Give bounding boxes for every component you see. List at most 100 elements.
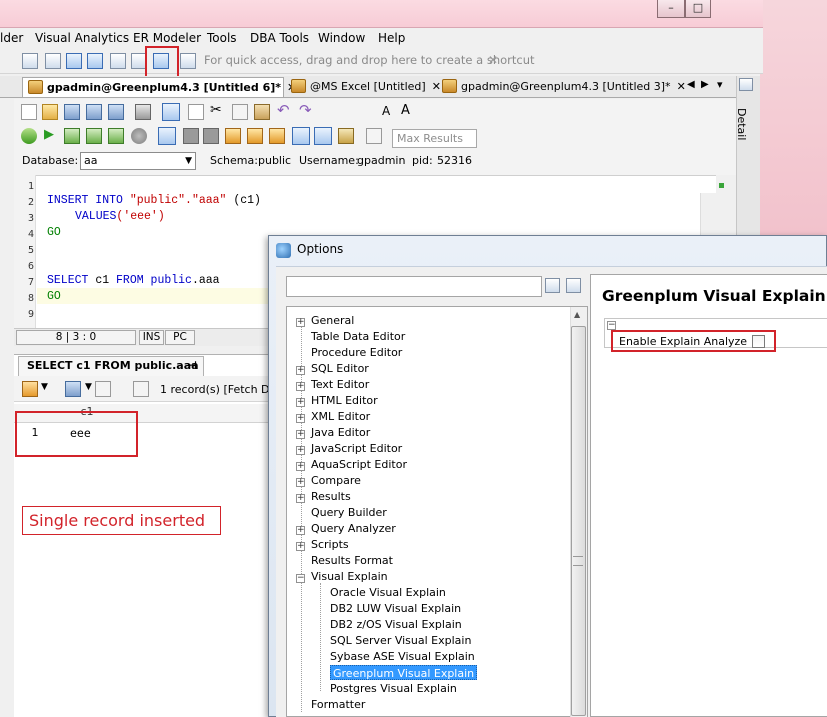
tab-scroll-left-icon[interactable]: ◀ xyxy=(687,79,695,90)
tab-list-icon[interactable]: ▾ xyxy=(717,78,723,91)
tree-item-visual-explain[interactable]: Visual Explain xyxy=(311,570,388,583)
expand-all-icon[interactable] xyxy=(545,278,560,293)
cut-icon[interactable]: ✂ xyxy=(210,102,222,118)
tree-expander[interactable]: + xyxy=(296,414,305,423)
execute-current-icon[interactable] xyxy=(64,128,80,144)
tree-item-sybase-ase-visual-explain[interactable]: Sybase ASE Visual Explain xyxy=(330,650,475,663)
export-icon[interactable] xyxy=(65,381,81,397)
copy-doc-icon[interactable] xyxy=(232,104,248,120)
open-folder-icon[interactable] xyxy=(42,104,58,120)
tree-item-greenplum-visual-explain[interactable]: Greenplum Visual Explain xyxy=(330,665,478,680)
close-icon[interactable]: ✕ xyxy=(488,53,498,67)
redo-icon[interactable]: ↷ xyxy=(299,101,312,119)
execute-all-icon[interactable] xyxy=(21,128,37,144)
menu-visual-analytics[interactable]: Visual Analytics xyxy=(35,31,129,45)
tree-item-formatter[interactable]: Formatter xyxy=(311,698,365,711)
layout-active-icon[interactable] xyxy=(66,53,82,69)
history-icon[interactable] xyxy=(366,128,382,144)
new-file-icon[interactable] xyxy=(21,104,37,120)
auto-commit-icon[interactable] xyxy=(158,127,176,145)
results-info-icon[interactable] xyxy=(133,381,149,397)
database-select[interactable]: aa ▼ xyxy=(80,152,196,170)
maximize-button[interactable]: □ xyxy=(685,0,711,18)
options-search-input[interactable] xyxy=(286,276,542,297)
tree-item-java-editor[interactable]: Java Editor xyxy=(311,426,370,439)
tree-expander[interactable]: − xyxy=(296,574,305,583)
tree-expander[interactable]: + xyxy=(296,446,305,455)
execute-selection-icon[interactable] xyxy=(86,128,102,144)
undo-icon[interactable]: ↶ xyxy=(277,101,290,119)
tree-item-postgres-visual-explain[interactable]: Postgres Visual Explain xyxy=(330,682,457,695)
tree-expander[interactable]: + xyxy=(296,526,305,535)
pin-icon[interactable]: ⊣ xyxy=(187,357,197,375)
tab-scroll-right-icon[interactable]: ▶ xyxy=(701,79,709,90)
commit-icon[interactable] xyxy=(183,128,199,144)
tree-item-scripts[interactable]: Scripts xyxy=(311,538,349,551)
explain-icon[interactable] xyxy=(338,128,354,144)
tree-item-results-format[interactable]: Results Format xyxy=(311,554,393,567)
tree-item-general[interactable]: General xyxy=(311,314,354,327)
results-text-icon[interactable] xyxy=(314,127,332,145)
close-icon[interactable]: ✕ xyxy=(677,80,686,93)
chevron-down-icon[interactable]: ▼ xyxy=(85,382,92,392)
minimize-button[interactable]: – xyxy=(657,0,685,18)
group-collapse-icon[interactable]: − xyxy=(607,321,616,330)
menu-er-modeler[interactable]: ER Modeler xyxy=(133,31,201,45)
scroll-up-icon[interactable]: ▲ xyxy=(574,310,580,319)
menu-builder[interactable]: lder xyxy=(0,31,23,45)
max-results-input[interactable]: Max Results xyxy=(392,129,477,148)
copy-icon[interactable] xyxy=(188,104,204,120)
tree-item-sql-editor[interactable]: SQL Editor xyxy=(311,362,369,375)
font-decrease-icon[interactable]: A xyxy=(401,103,410,118)
tree-item-compare[interactable]: Compare xyxy=(311,474,361,487)
execute-icon[interactable]: ▶ xyxy=(44,127,54,142)
tree-expander[interactable]: + xyxy=(296,366,305,375)
paste-icon[interactable] xyxy=(254,104,270,120)
tree-expander[interactable]: + xyxy=(296,318,305,327)
menu-window[interactable]: Window xyxy=(318,31,365,45)
tree-item-results[interactable]: Results xyxy=(311,490,351,503)
disconnect-icon[interactable] xyxy=(247,128,263,144)
save-all-icon[interactable] xyxy=(86,104,102,120)
print-icon[interactable] xyxy=(135,104,151,120)
tree-expander[interactable]: + xyxy=(296,542,305,551)
tree-item-table-data-editor[interactable]: Table Data Editor xyxy=(311,330,405,343)
menu-tools[interactable]: Tools xyxy=(207,31,237,45)
save-icon[interactable] xyxy=(64,104,80,120)
tree-expander[interactable]: + xyxy=(296,430,305,439)
menu-help[interactable]: Help xyxy=(378,31,405,45)
tree-scrollbar-thumb[interactable] xyxy=(571,326,586,716)
save-as-icon[interactable] xyxy=(108,104,124,120)
tree-item-query-analyzer[interactable]: Query Analyzer xyxy=(311,522,396,535)
tree-item-sql-server-visual-explain[interactable]: SQL Server Visual Explain xyxy=(330,634,471,647)
results-tab[interactable]: SELECT c1 FROM public.aaa ⊣ xyxy=(18,356,204,376)
tree-item-oracle-visual-explain[interactable]: Oracle Visual Explain xyxy=(330,586,446,599)
chart-icon[interactable] xyxy=(22,381,38,397)
tree-item-html-editor[interactable]: HTML Editor xyxy=(311,394,378,407)
collapse-all-icon[interactable] xyxy=(566,278,581,293)
rollback-icon[interactable] xyxy=(203,128,219,144)
reconnect-icon[interactable] xyxy=(269,128,285,144)
results-grid-icon[interactable] xyxy=(292,127,310,145)
execute-to-file-icon[interactable] xyxy=(108,128,124,144)
connect-icon[interactable] xyxy=(225,128,241,144)
detail-panel-toggle[interactable]: Detail xyxy=(735,108,748,140)
tab-ms-excel[interactable]: @MS Excel [Untitled] ✕ xyxy=(286,77,441,97)
tab-untitled-3[interactable]: gpadmin@Greenplum4.3 [Untitled 3]* ✕ xyxy=(437,77,686,97)
tree-item-procedure-editor[interactable]: Procedure Editor xyxy=(311,346,402,359)
tree-expander[interactable]: + xyxy=(296,494,305,503)
layout-table-icon[interactable] xyxy=(87,53,103,69)
save-results-icon[interactable] xyxy=(95,381,111,397)
layout-grid-icon[interactable] xyxy=(45,53,61,69)
tree-expander[interactable]: + xyxy=(296,398,305,407)
tree-item-text-editor[interactable]: Text Editor xyxy=(311,378,369,391)
stop-icon[interactable] xyxy=(131,128,147,144)
table-icon[interactable] xyxy=(739,78,753,91)
tree-item-db2-luw-visual-explain[interactable]: DB2 LUW Visual Explain xyxy=(330,602,461,615)
tree-expander[interactable]: + xyxy=(296,478,305,487)
tree-expander[interactable]: + xyxy=(296,382,305,391)
menu-dba-tools[interactable]: DBA Tools xyxy=(250,31,309,45)
tree-item-xml-editor[interactable]: XML Editor xyxy=(311,410,370,423)
font-increase-icon[interactable]: A xyxy=(382,104,390,118)
new-editor-icon[interactable] xyxy=(162,103,180,121)
